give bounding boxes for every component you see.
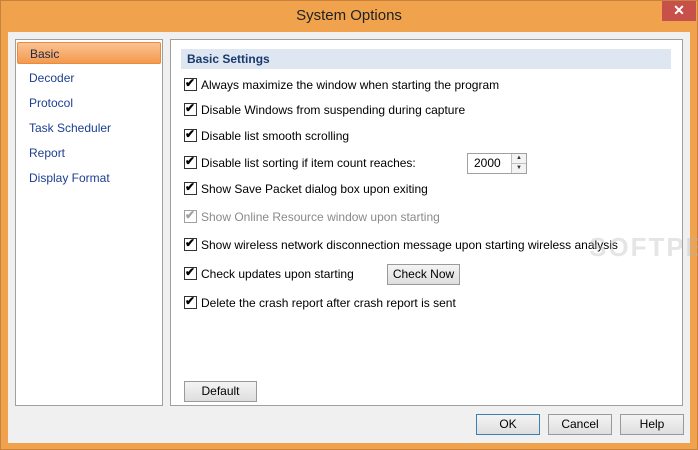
option-show-online-resource: ✔ Show Online Resource window upon starti… (184, 208, 440, 225)
check-icon: ✔ (185, 265, 196, 279)
sidebar-item-report[interactable]: Report (17, 142, 161, 164)
ok-button[interactable]: OK (476, 414, 540, 435)
check-icon: ✔ (185, 76, 196, 90)
checkbox[interactable]: ✔ (184, 76, 197, 91)
option-label: Disable list sorting if item count reach… (201, 156, 416, 170)
sidebar-item-decoder[interactable]: Decoder (17, 67, 161, 89)
check-icon: ✔ (185, 236, 196, 250)
option-disable-smooth-scrolling[interactable]: ✔ Disable list smooth scrolling (184, 127, 350, 144)
settings-panel: Basic Settings ✔ Always maximize the wind… (170, 39, 698, 406)
option-disable-list-sorting[interactable]: ✔ Disable list sorting if item count reac… (184, 154, 416, 171)
checkbox[interactable]: ✔ (184, 180, 197, 195)
close-icon: ✕ (673, 2, 685, 18)
spin-up-icon[interactable]: ▲ (511, 154, 526, 163)
checkbox: ✔ (184, 208, 197, 223)
close-button[interactable]: ✕ (662, 1, 696, 21)
option-delete-crash-report[interactable]: ✔ Delete the crash report after crash rep… (184, 294, 456, 311)
sidebar-item-basic[interactable]: Basic (17, 42, 161, 64)
sort-count-spinner[interactable]: 2000 ▲ ▼ (467, 153, 527, 174)
checkbox[interactable]: ✔ (184, 127, 197, 142)
check-icon: ✔ (185, 294, 196, 308)
watermark: SOFTPEDIA (589, 232, 698, 262)
cancel-button[interactable]: Cancel (548, 414, 612, 435)
option-disable-suspend[interactable]: ✔ Disable Windows from suspending during … (184, 101, 466, 118)
option-always-maximize[interactable]: ✔ Always maximize the window when startin… (184, 76, 500, 93)
option-label: Show Save Packet dialog box upon exiting (201, 182, 428, 196)
sidebar-item-task-scheduler[interactable]: Task Scheduler (17, 117, 161, 139)
spin-down-icon[interactable]: ▼ (511, 163, 526, 173)
title-bar[interactable]: System Options ✕ (1, 1, 697, 32)
option-label: Disable list smooth scrolling (201, 129, 350, 143)
option-show-save-packet-dialog[interactable]: ✔ Show Save Packet dialog box upon exitin… (184, 180, 428, 197)
option-label: Delete the crash report after crash repo… (201, 296, 456, 310)
check-icon: ✔ (185, 127, 196, 141)
option-label: Show wireless network disconnection mess… (201, 238, 618, 252)
default-button[interactable]: Default (184, 381, 257, 402)
sidebar-item-display-format[interactable]: Display Format (17, 167, 161, 189)
check-now-button[interactable]: Check Now (387, 264, 460, 285)
category-list: Basic Decoder Protocol Task Scheduler Re… (15, 39, 163, 406)
option-label: Always maximize the window when starting… (201, 78, 500, 92)
help-button[interactable]: Help (620, 414, 684, 435)
option-check-updates[interactable]: ✔ Check updates upon starting (184, 265, 354, 282)
checkbox[interactable]: ✔ (184, 101, 197, 116)
check-icon: ✔ (185, 154, 196, 168)
checkbox[interactable]: ✔ (184, 265, 197, 280)
dialog-client-area: Basic Decoder Protocol Task Scheduler Re… (8, 32, 698, 443)
option-label: Disable Windows from suspending during c… (201, 103, 466, 117)
checkbox[interactable]: ✔ (184, 294, 197, 309)
check-icon: ✔ (185, 208, 196, 222)
option-label: Check updates upon starting (201, 267, 354, 281)
sort-count-value[interactable]: 2000 (474, 156, 501, 170)
checkbox[interactable]: ✔ (184, 236, 197, 251)
system-options-window: System Options ✕ Basic Decoder Protocol … (0, 0, 698, 450)
section-header: Basic Settings (181, 49, 671, 69)
sidebar-item-protocol[interactable]: Protocol (17, 92, 161, 114)
window-title: System Options (296, 7, 402, 24)
option-label: Show Online Resource window upon startin… (201, 210, 440, 224)
check-icon: ✔ (185, 180, 196, 194)
checkbox[interactable]: ✔ (184, 154, 197, 169)
option-show-wireless-disconnection[interactable]: ✔ Show wireless network disconnection mes… (184, 236, 618, 253)
check-icon: ✔ (185, 101, 196, 115)
